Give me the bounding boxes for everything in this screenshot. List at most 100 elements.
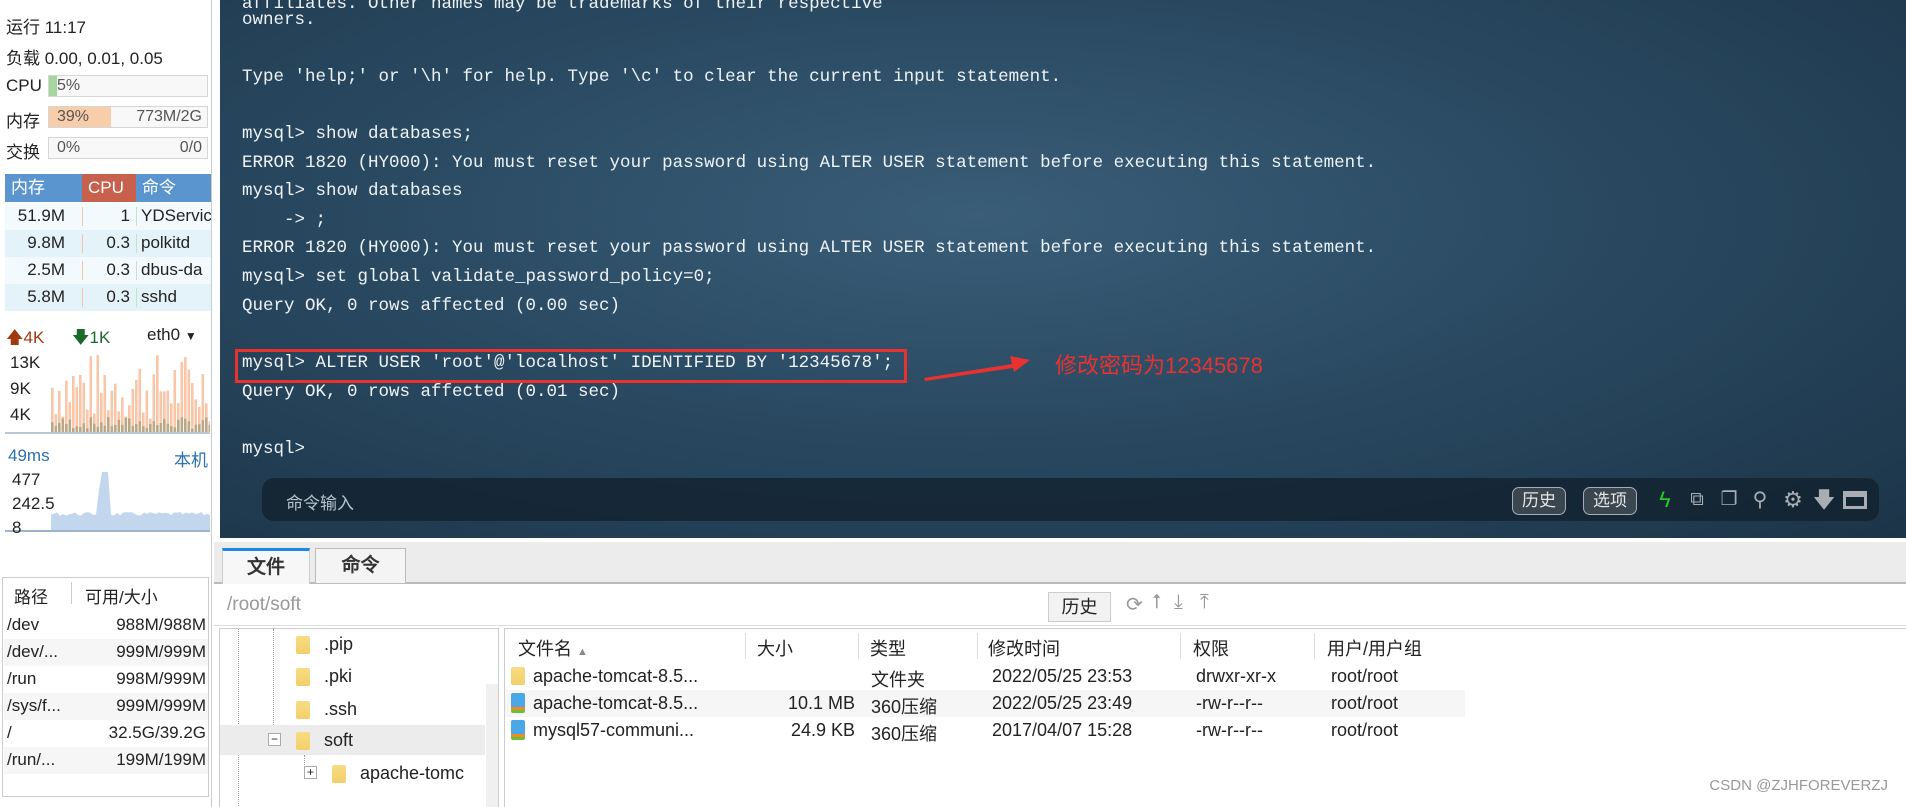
ping-host[interactable]: 本机 <box>174 446 208 471</box>
disk-row[interactable]: /dev/... 999M/999M <box>4 639 208 666</box>
col-divider[interactable] <box>977 633 978 659</box>
upload-icon[interactable]: ⤒ <box>1200 591 1209 614</box>
header-memory[interactable]: 内存 <box>5 174 82 202</box>
col-permissions[interactable]: 权限 <box>1193 635 1229 661</box>
col-divider[interactable] <box>858 633 859 659</box>
download-bar <box>156 425 159 432</box>
network-y-ticks: 13K 9K 4K <box>10 350 40 428</box>
memory-percent: 39% <box>57 108 90 125</box>
tab-commands[interactable]: 命令 <box>315 548 406 584</box>
tree-label: .pip <box>324 634 354 654</box>
expand-icon[interactable]: + <box>304 766 317 779</box>
header-size[interactable]: 可用/大小 <box>85 583 158 608</box>
copy-icon[interactable]: ⧉ <box>1684 487 1710 513</box>
swap-bar: 0% 0/0 <box>48 137 208 159</box>
file-row[interactable]: apache-tomcat-8.5... 文件夹 2022/05/25 23:5… <box>505 663 1465 690</box>
col-size[interactable]: 大小 <box>757 635 793 661</box>
header-command[interactable]: 命令 <box>136 174 211 202</box>
ping-area <box>51 472 210 532</box>
load-average: 负载 0.00, 0.01, 0.05 <box>6 49 163 68</box>
terminal-line: ERROR 1820 (HY000): You must reset your … <box>242 238 1377 258</box>
col-divider[interactable] <box>1180 633 1181 659</box>
window-icon[interactable] <box>1842 487 1868 513</box>
tree-item-pip[interactable]: .pip <box>296 634 353 664</box>
download-bar <box>201 420 205 432</box>
process-row[interactable]: 5.8M 0.3 sshd <box>5 284 211 311</box>
command-input[interactable]: 命令输入 <box>286 489 354 514</box>
download-bar <box>145 427 149 432</box>
directory-tree: .pip .pki .ssh − soft + apache-tomc <box>219 628 499 807</box>
annotation-text: 修改密码为12345678 <box>1055 353 1263 378</box>
disk-row[interactable]: / 32.5G/39.2G <box>4 720 208 747</box>
history-button[interactable]: 历史 <box>1512 487 1566 515</box>
col-modified[interactable]: 修改时间 <box>988 635 1060 661</box>
col-name[interactable]: 文件名 ▲ <box>518 635 588 661</box>
process-row[interactable]: 9.8M 0.3 polkitd <box>5 230 211 257</box>
up-dir-icon[interactable]: ⭡ <box>1152 591 1161 614</box>
download-bar <box>131 426 135 432</box>
download-bar <box>51 422 54 432</box>
memory-label: 内存 <box>6 112 40 131</box>
disk-size: 988M/988M <box>116 615 206 634</box>
command-input-bar[interactable]: 命令输入 历史 选项 ϟ ⧉ ❐ ⚲ ⚙ 🡇 <box>262 478 1879 521</box>
col-divider[interactable] <box>1314 633 1315 659</box>
interface-select[interactable]: eth0 ▼ <box>147 325 197 345</box>
process-command: dbus-da <box>141 260 203 279</box>
highlight-box <box>235 349 907 383</box>
upload-bar <box>173 369 177 432</box>
file-row[interactable]: mysql57-communi... 24.9 KB 360压缩 2017/04… <box>505 717 1465 744</box>
tick: 9K <box>10 379 31 398</box>
disk-row[interactable]: /sys/f... 999M/999M <box>4 693 208 720</box>
download-bar <box>93 423 96 432</box>
search-icon[interactable]: ⚲ <box>1747 487 1773 513</box>
sidebar: 运行 11:17 负载 0.00, 0.01, 0.05 CPU 5% 内存 3… <box>0 0 212 807</box>
process-row[interactable]: 2.5M 0.3 dbus-da <box>5 257 211 284</box>
header-cpu[interactable]: CPU <box>82 174 136 202</box>
paste-icon[interactable]: ❐ <box>1716 487 1742 513</box>
path-history-button[interactable]: 历史 <box>1048 592 1111 622</box>
arrow-down-icon[interactable]: 🡇 <box>1811 487 1837 513</box>
upload-bar <box>96 355 100 432</box>
tree-item-pki[interactable]: .pki <box>296 666 352 696</box>
process-mem: 2.5M <box>27 260 65 279</box>
collapse-icon[interactable]: − <box>268 733 281 746</box>
download-bar <box>61 418 65 432</box>
disk-row[interactable]: /run 998M/999M <box>4 666 208 693</box>
file-name: mysql57-communi... <box>533 720 695 740</box>
sort-asc-icon: ▲ <box>577 646 588 658</box>
disk-row[interactable]: /run/... 199M/199M <box>4 747 208 774</box>
gear-icon[interactable]: ⚙ <box>1780 487 1806 513</box>
download-bar <box>180 417 184 432</box>
file-name: apache-tomcat-8.5... <box>533 693 699 713</box>
tick: 242.5 <box>12 494 55 513</box>
col-divider[interactable] <box>745 633 746 659</box>
download-bar <box>208 424 210 432</box>
terminal-line: mysql> set global validate_password_poli… <box>242 267 715 287</box>
process-row[interactable]: 51.9M 1 YDServic <box>5 203 211 230</box>
cpu-label: CPU <box>6 76 42 95</box>
tree-label: apache-tomc <box>360 763 465 783</box>
tree-item-apache-tomcat[interactable]: apache-tomc <box>332 763 464 793</box>
folder-icon <box>296 668 310 687</box>
disk-row[interactable]: /dev 988M/988M <box>4 612 208 639</box>
download-bar <box>68 419 72 432</box>
lightning-icon[interactable]: ϟ <box>1652 487 1678 513</box>
terminal-line: mysql> show databases; <box>242 124 474 144</box>
col-type[interactable]: 类型 <box>870 635 906 661</box>
terminal[interactable]: affiliates. Other names may be trademark… <box>220 0 1906 538</box>
refresh-icon[interactable]: ⟳ <box>1126 592 1143 617</box>
download-bar <box>124 417 128 432</box>
file-row[interactable]: apache-tomcat-8.5... 10.1 MB 360压缩 2022/… <box>505 690 1465 717</box>
tree-item-ssh[interactable]: .ssh <box>296 699 357 729</box>
path-input[interactable]: /root/soft <box>227 594 301 616</box>
tree-scrollbar[interactable] <box>486 684 498 807</box>
tab-files[interactable]: 文件 <box>222 548 310 584</box>
folder-icon <box>296 636 310 655</box>
options-button[interactable]: 选项 <box>1583 487 1637 515</box>
download-icon[interactable]: ⤓ <box>1174 591 1183 614</box>
terminal-line: -> ; <box>242 210 327 230</box>
swap-percent: 0% <box>57 139 81 156</box>
col-owner[interactable]: 用户/用户组 <box>1327 635 1422 661</box>
header-path[interactable]: 路径 <box>14 583 48 608</box>
watermark: CSDN @ZJHFOREVERZJ <box>1709 777 1888 794</box>
